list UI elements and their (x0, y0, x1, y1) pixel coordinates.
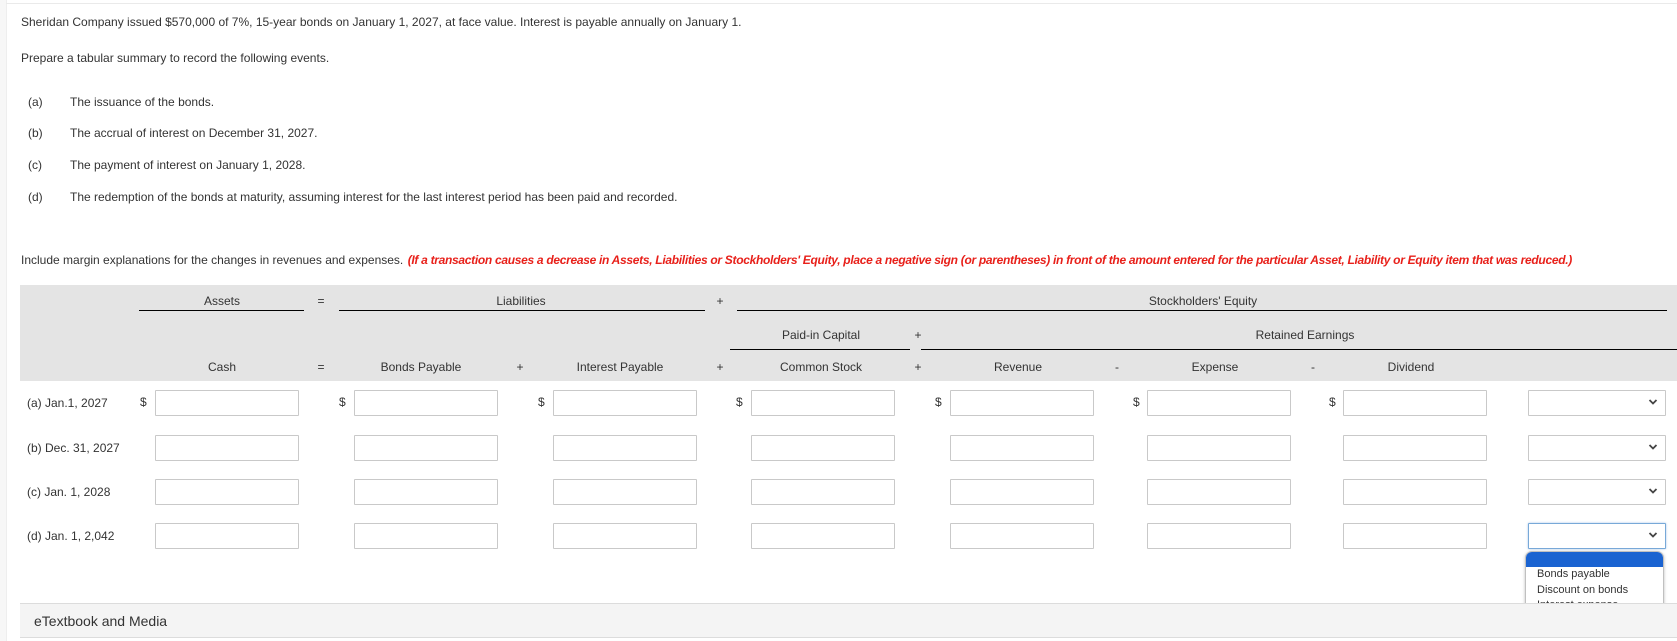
cash-input[interactable] (155, 479, 299, 505)
dollar-sign: $ (538, 395, 545, 409)
top-divider (6, 3, 1677, 4)
explanation-select[interactable] (1528, 390, 1666, 416)
explanation-select[interactable] (1528, 435, 1666, 461)
row-date-label: (c) Jan. 1, 2028 (27, 485, 111, 499)
dollar-sign: $ (140, 395, 147, 409)
dividend-input[interactable] (1343, 479, 1487, 505)
common-stock-input[interactable] (751, 390, 895, 416)
interest-payable-input[interactable] (553, 479, 697, 505)
col-plus: + (716, 360, 724, 374)
revenue-input[interactable] (950, 390, 1094, 416)
expense-input[interactable] (1147, 435, 1291, 461)
col-expense: Expense (1191, 360, 1239, 374)
row-date-label: (d) Jan. 1, 2,042 (27, 529, 115, 543)
etextbook-and-media-panel[interactable]: eTextbook and Media (20, 603, 1677, 638)
problem-intro: Sheridan Company issued $570,000 of 7%, … (21, 15, 742, 29)
chevron-down-icon[interactable] (1648, 442, 1658, 452)
event-letter: (c) (28, 158, 42, 172)
paid-in-underline (730, 349, 910, 350)
revenue-input[interactable] (950, 479, 1094, 505)
event-letter: (b) (28, 126, 43, 140)
etextbook-label[interactable]: eTextbook and Media (34, 613, 167, 629)
dollar-sign: $ (1133, 395, 1140, 409)
cash-input[interactable] (155, 523, 299, 549)
header-mid-plus: + (914, 328, 922, 342)
col-dividend: Dividend (1387, 360, 1435, 374)
margin-note: Include margin explanations for the chan… (21, 253, 404, 267)
event-text: The redemption of the bonds at maturity,… (70, 190, 678, 204)
event-text: The accrual of interest on December 31, … (70, 126, 318, 140)
bonds-payable-input[interactable] (354, 479, 498, 505)
col-interest-payable: Interest Payable (576, 360, 664, 374)
dollar-sign: $ (339, 395, 346, 409)
header-equals: = (317, 294, 325, 308)
liabilities-underline (339, 310, 705, 311)
expense-input[interactable] (1147, 523, 1291, 549)
dividend-input[interactable] (1343, 390, 1487, 416)
expense-input[interactable] (1147, 390, 1291, 416)
interest-payable-input[interactable] (553, 435, 697, 461)
bonds-payable-input[interactable] (354, 390, 498, 416)
interest-payable-input[interactable] (553, 523, 697, 549)
col-common-stock: Common Stock (779, 360, 863, 374)
margin-instructions: Include margin explanations for the chan… (21, 251, 1572, 269)
common-stock-input[interactable] (751, 435, 895, 461)
assets-underline (139, 310, 304, 311)
event-text: The payment of interest on January 1, 20… (70, 158, 306, 172)
dropdown-option-discount-on-bonds[interactable]: Discount on bonds (1526, 583, 1663, 599)
dividend-input[interactable] (1343, 435, 1487, 461)
col-equals: = (317, 360, 325, 374)
header-paid-in-capital: Paid-in Capital (781, 328, 861, 342)
cash-input[interactable] (155, 390, 299, 416)
revenue-input[interactable] (950, 435, 1094, 461)
col-plus: + (914, 360, 922, 374)
cash-input[interactable] (155, 435, 299, 461)
col-plus: + (516, 360, 524, 374)
col-minus: - (1311, 360, 1315, 374)
row-date-label: (b) Dec. 31, 2027 (27, 441, 120, 455)
bonds-payable-input[interactable] (354, 523, 498, 549)
header-plus: + (716, 294, 724, 308)
dropdown-option-bonds-payable[interactable]: Bonds payable (1526, 567, 1663, 583)
dollar-sign: $ (935, 395, 942, 409)
header-assets: Assets (203, 294, 241, 308)
negative-sign-warning: (If a transaction causes a decrease in A… (407, 253, 1573, 267)
event-letter: (d) (28, 190, 43, 204)
header-retained-earnings: Retained Earnings (1255, 328, 1355, 342)
chevron-down-icon[interactable] (1648, 397, 1658, 407)
retained-underline (921, 349, 1677, 350)
col-bonds-payable: Bonds Payable (380, 360, 462, 374)
explanation-select[interactable] (1528, 479, 1666, 505)
common-stock-input[interactable] (751, 523, 895, 549)
explanation-select[interactable] (1528, 523, 1666, 549)
header-liabilities: Liabilities (496, 294, 546, 308)
revenue-input[interactable] (950, 523, 1094, 549)
expense-input[interactable] (1147, 479, 1291, 505)
col-revenue: Revenue (993, 360, 1043, 374)
col-minus: - (1115, 360, 1119, 374)
left-rail (0, 0, 7, 641)
common-stock-input[interactable] (751, 479, 895, 505)
event-text: The issuance of the bonds. (70, 95, 215, 109)
event-letter: (a) (28, 95, 43, 109)
problem-instruction: Prepare a tabular summary to record the … (21, 51, 330, 65)
col-cash: Cash (207, 360, 237, 374)
dropdown-option-blank[interactable] (1526, 552, 1663, 567)
chevron-down-icon[interactable] (1648, 486, 1658, 496)
chevron-down-icon[interactable] (1648, 530, 1658, 540)
dollar-sign: $ (736, 395, 743, 409)
bonds-payable-input[interactable] (354, 435, 498, 461)
dollar-sign: $ (1329, 395, 1336, 409)
header-stockholders-equity: Stockholders' Equity (1148, 294, 1258, 308)
row-date-label: (a) Jan.1, 2027 (27, 396, 108, 410)
dividend-input[interactable] (1343, 523, 1487, 549)
equity-underline (737, 310, 1667, 311)
interest-payable-input[interactable] (553, 390, 697, 416)
